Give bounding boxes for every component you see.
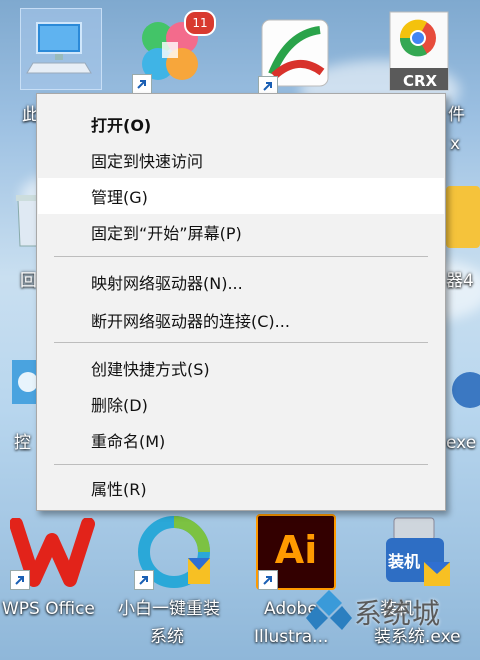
right-edge-icon-3[interactable] [446, 362, 480, 418]
control-panel-label: 控 [14, 433, 31, 453]
menu-item-map-drive[interactable]: 映射网络驱动器(N)... [38, 264, 444, 300]
menu-item-pin-start[interactable]: 固定到“开始”屏幕(P) [38, 214, 444, 250]
menu-item-open[interactable]: 打开(O) [38, 106, 444, 142]
menu-separator [54, 342, 428, 343]
menu-item-delete[interactable]: 删除(D) [38, 386, 444, 422]
ai-text: Ai [274, 528, 318, 572]
xiaobai-label-2: 系统 [150, 627, 184, 647]
usb-text: 装机 [388, 552, 421, 571]
crx-file-icon[interactable]: CRX [386, 8, 456, 94]
menu-item-disconnect-drive-label: 断开网络驱动器的连接(C)... [91, 312, 290, 331]
this-pc-icon[interactable] [20, 8, 102, 90]
menu-item-pin-quick-access-label: 固定到快速访问 [91, 152, 204, 171]
wps-office-label: WPS Office [2, 599, 95, 619]
recycle-bin-label: 回 [20, 271, 37, 291]
menu-item-create-shortcut-label: 创建快捷方式(S) [91, 360, 210, 379]
watermark-logo-icon [306, 588, 352, 634]
menu-item-rename-label: 重命名(M) [91, 432, 166, 451]
menu-item-delete-label: 删除(D) [91, 396, 148, 415]
menu-item-pin-quick-access[interactable]: 固定到快速访问 [38, 142, 444, 178]
shortcut-arrow-icon [132, 74, 152, 94]
right-edge-label-3: exe [446, 433, 477, 453]
right-edge-label-1a: 件 [448, 105, 465, 125]
usb-installer-icon[interactable]: 装机 [380, 512, 460, 592]
crx-label: CRX [402, 72, 438, 90]
right-edge-icon-2[interactable] [446, 186, 480, 248]
menu-item-create-shortcut[interactable]: 创建快捷方式(S) [38, 350, 444, 386]
right-edge-label-2: 器4 [446, 271, 474, 291]
menu-item-properties-label: 属性(R) [91, 480, 147, 499]
context-menu: 打开(O) 固定到快速访问 管理(G) 固定到“开始”屏幕(P) 映射网络驱动器… [36, 93, 446, 511]
menu-item-map-drive-label: 映射网络驱动器(N)... [91, 274, 243, 293]
watermark-text: 系统城 [354, 597, 442, 630]
menu-item-manage[interactable]: 管理(G) [38, 178, 444, 214]
right-edge-label-1b: x [450, 134, 461, 154]
menu-item-properties[interactable]: 属性(R) [38, 470, 444, 506]
shortcut-arrow-icon [10, 570, 30, 590]
xiaobai-label-1: 小白一键重装 [118, 599, 220, 619]
notification-badge: 11 [184, 10, 216, 36]
menu-item-rename[interactable]: 重命名(M) [38, 422, 444, 458]
menu-item-manage-label: 管理(G) [91, 188, 148, 207]
shortcut-arrow-icon [134, 570, 154, 590]
menu-item-disconnect-drive[interactable]: 断开网络驱动器的连接(C)... [38, 302, 444, 338]
menu-separator [54, 256, 428, 257]
menu-item-pin-start-label: 固定到“开始”屏幕(P) [91, 224, 242, 243]
menu-item-open-label: 打开(O) [91, 116, 152, 135]
shortcut-arrow-icon [258, 570, 278, 590]
menu-separator [54, 464, 428, 465]
